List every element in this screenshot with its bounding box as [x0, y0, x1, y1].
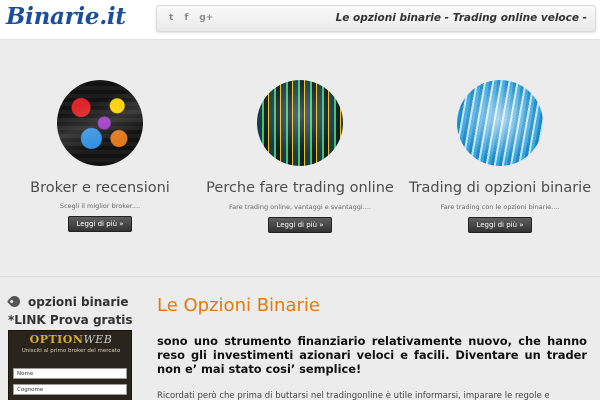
sidebar-title: opzioni binarie — [6, 293, 129, 310]
free-trial-link[interactable]: *LINK Prova gratis — [8, 313, 133, 327]
feature-description: Fare trading con le opzioni binarie.... — [440, 203, 560, 211]
sidebar: opzioni binarie *LINK Prova gratis OPTIO… — [0, 283, 140, 400]
feature-trading-online: Perche fare trading online Fare trading … — [200, 80, 400, 233]
page-title: Le Opzioni Binarie — [157, 295, 320, 316]
optionweb-logo[interactable]: OPTIONWEB — [9, 333, 133, 346]
optionweb-signup-widget: OPTIONWEB Unisciti al primo broker del m… — [8, 330, 132, 400]
read-more-button[interactable]: Leggi di più » — [68, 216, 132, 232]
feature-title[interactable]: Trading di opzioni binarie — [400, 180, 600, 197]
read-more-button[interactable]: Leggi di più » — [268, 217, 332, 233]
body-paragraph: Ricordati però che prima di buttarsi nel… — [157, 391, 550, 400]
site-tagline: Le opzioni binarie - Trading online velo… — [335, 12, 587, 24]
widget-subtitle: Unisciti al primo broker del mercato — [21, 348, 121, 354]
google-plus-icon[interactable]: g+ — [199, 12, 213, 24]
feature-broker: Broker e recensioni Scegli il miglior br… — [0, 80, 200, 232]
optionweb-logo-b: WEB — [83, 333, 113, 346]
feature-binary-options: Trading di opzioni binarie Fare trading … — [400, 80, 600, 233]
main-content: Le Opzioni Binarie sono uno strumento fi… — [157, 283, 590, 400]
section-divider — [0, 276, 600, 277]
top-bar: t f g+ Le opzioni binarie - Trading onli… — [156, 5, 596, 32]
word-cloud-image[interactable] — [57, 80, 143, 166]
social-links: t f g+ — [169, 12, 213, 24]
surname-field[interactable]: Cognome — [13, 384, 127, 395]
site-header: Binarie.it t f g+ Le opzioni binarie - T… — [0, 0, 600, 40]
site-logo[interactable]: Binarie.it — [6, 3, 126, 30]
tag-icon — [6, 293, 23, 310]
optionweb-logo-a: OPTION — [29, 333, 84, 346]
name-field[interactable]: Nome — [13, 368, 127, 379]
page: Binarie.it t f g+ Le opzioni binarie - T… — [0, 0, 600, 400]
feature-description: Fare trading online, vantaggi e svantagg… — [229, 203, 371, 211]
facebook-icon[interactable]: f — [184, 12, 188, 24]
binary-code-image[interactable] — [457, 80, 543, 166]
feature-title[interactable]: Perche fare trading online — [200, 180, 400, 197]
stock-ticker-image[interactable] — [257, 80, 343, 166]
twitter-icon[interactable]: t — [169, 12, 173, 24]
feature-title[interactable]: Broker e recensioni — [0, 180, 200, 197]
sidebar-title-text: opzioni binarie — [28, 295, 129, 309]
read-more-button[interactable]: Leggi di più » — [468, 217, 532, 233]
lead-paragraph: sono uno strumento finanziario relativam… — [157, 334, 587, 376]
feature-description: Scegli il miglior broker.... — [59, 202, 141, 210]
